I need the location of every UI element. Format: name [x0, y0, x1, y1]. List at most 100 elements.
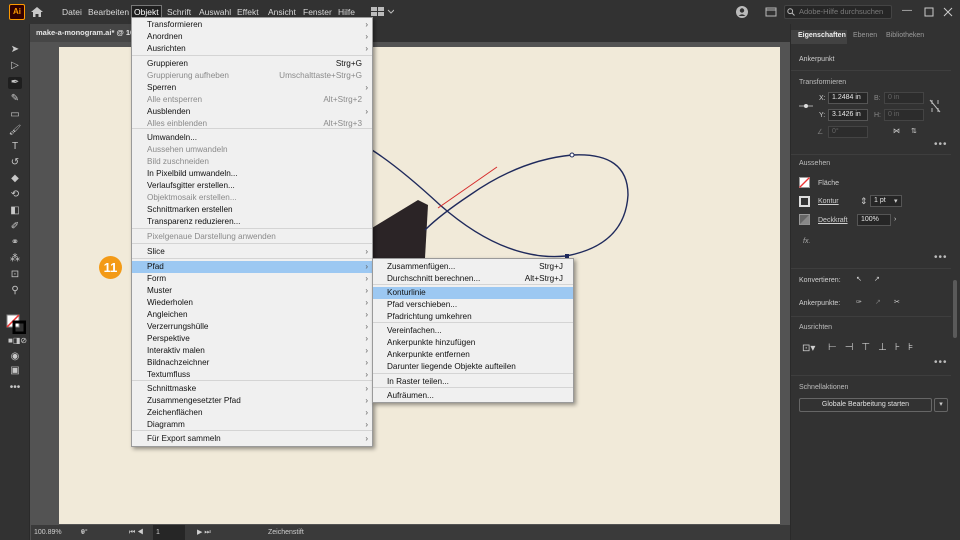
help-search-input[interactable]: Adobe-Hilfe durchsuchen	[784, 5, 892, 19]
menu-item-sperren[interactable]: Sperren ›	[132, 82, 372, 94]
artboard-tool-icon[interactable]: ⊡	[8, 269, 22, 281]
menu-item-umwandeln[interactable]: Umwandeln...	[132, 132, 372, 144]
blend-tool-icon[interactable]: ⚭	[8, 237, 22, 249]
artboard-nav-next-icon[interactable]: ▶ ⏭	[197, 525, 211, 540]
maximize-icon[interactable]	[924, 7, 934, 17]
menu-item-gruppierung-aufheben[interactable]: Gruppierung aufheben Umschalttaste+Strg+G	[132, 70, 372, 82]
menu-item-angleichen[interactable]: Angleichen ›	[132, 309, 372, 321]
stroke-label[interactable]: Kontur	[818, 198, 839, 205]
menu-item-alles-einblenden[interactable]: Alles einblenden Alt+Strg+3	[132, 118, 372, 130]
submenu-item-ankerpunkte-entfernen[interactable]: Ankerpunkte entfernen	[373, 349, 573, 361]
submenu-item-vereinfachen[interactable]: Vereinfachen...	[373, 325, 573, 337]
menu-item-bild-zuschneiden[interactable]: Bild zuschneiden	[132, 156, 372, 168]
b-input[interactable]: 0 in	[884, 92, 924, 104]
convert-corner-icon[interactable]: ↖	[856, 275, 862, 283]
gradient-tool-icon[interactable]: ◧	[8, 205, 22, 217]
submenu-item-ankerpunkte-hinzufugen[interactable]: Ankerpunkte hinzufügen	[373, 337, 573, 349]
global-edit-options-icon[interactable]: ▾	[934, 398, 948, 412]
menu-item-alle-entsperren[interactable]: Alle entsperren Alt+Strg+2	[132, 94, 372, 106]
submenu-item-in-raster-teilen[interactable]: In Raster teilen...	[373, 376, 573, 388]
more-tools-icon[interactable]: •••	[8, 382, 22, 394]
home-icon[interactable]	[30, 5, 44, 19]
curvature-tool-icon[interactable]: ✎	[8, 93, 22, 105]
submenu-item-zusammenfugen[interactable]: Zusammenfügen... Strg+J	[373, 261, 573, 273]
direct-selection-tool-icon[interactable]: ▷	[8, 60, 22, 72]
document-tab[interactable]: make-a-monogram.ai* @ 10	[30, 24, 132, 42]
paintbrush-tool-icon[interactable]: 🖌	[8, 125, 22, 137]
menu-item-pfad[interactable]: Pfad ›	[132, 261, 372, 273]
eraser-tool-icon[interactable]: ◆	[8, 173, 22, 185]
transform-more-icon[interactable]: •••	[934, 139, 948, 150]
free-transform-tool-icon[interactable]: ⟲	[8, 189, 22, 201]
menu-item-zeichenflachen[interactable]: Zeichenflächen ›	[132, 407, 372, 419]
menu-item-diagramm[interactable]: Diagramm ›	[132, 419, 372, 431]
stroke-stepper-icon[interactable]: ⇕	[860, 196, 868, 207]
type-tool-icon[interactable]: T	[8, 141, 22, 153]
pen-tool-icon[interactable]: ✒	[8, 77, 22, 89]
y-input[interactable]: 3.1426 in	[828, 109, 868, 121]
close-icon[interactable]	[943, 7, 953, 17]
fill-swatch-icon[interactable]	[799, 177, 810, 188]
menu-item-gruppieren[interactable]: Gruppieren Strg+G	[132, 58, 372, 70]
align-buttons-icon[interactable]: ⊢⊣⊤⊥⊦⊧	[828, 342, 921, 353]
artboard-nav-prev-icon[interactable]: ⏮ ◀	[129, 525, 144, 540]
arrange-documents-icon[interactable]	[765, 6, 777, 18]
convert-smooth-icon[interactable]: ↗	[874, 275, 880, 283]
submenu-item-durchschnitt-berechnen[interactable]: Durchschnitt berechnen... Alt+Strg+J	[373, 273, 573, 285]
color-mode-icon[interactable]: ■◨⊘	[8, 335, 27, 347]
connect-anchors-icon[interactable]: ↗	[875, 298, 881, 306]
flip-horizontal-icon[interactable]: ⋈	[893, 127, 900, 135]
menu-item-textumfluss[interactable]: Textumfluss ›	[132, 369, 372, 381]
fx-icon[interactable]: fx.	[803, 238, 810, 245]
menu-item-in-pixelbild-umwandeln[interactable]: In Pixelbild umwandeln...	[132, 168, 372, 180]
user-account-icon[interactable]	[735, 5, 749, 19]
menu-item-transformieren[interactable]: Transformieren ›	[132, 19, 372, 31]
workspace-switcher-icon[interactable]	[370, 6, 394, 18]
chevron-down-icon[interactable]: ▾	[894, 197, 898, 205]
cut-path-icon[interactable]: ✂	[894, 298, 900, 306]
menu-item-fur-export-sammeln[interactable]: Für Export sammeln ›	[132, 433, 372, 445]
drawing-mode-icon[interactable]: ◉	[8, 351, 22, 363]
tab-eigenschaften[interactable]: Eigenschaften	[798, 32, 846, 39]
menu-item-bildnachzeichner[interactable]: Bildnachzeichner ›	[132, 357, 372, 369]
chevron-right-icon[interactable]: ›	[894, 216, 896, 223]
menu-item-slice[interactable]: Slice ›	[132, 246, 372, 258]
tab-bibliotheken[interactable]: Bibliotheken	[886, 32, 924, 39]
constrain-proportions-icon[interactable]	[929, 99, 941, 113]
zoom-tool-icon[interactable]: ⚲	[8, 285, 22, 297]
eyedropper-tool-icon[interactable]: ✐	[8, 221, 22, 233]
opacity-label[interactable]: Deckkraft	[818, 217, 848, 224]
flip-vertical-icon[interactable]: ⇅	[911, 127, 917, 135]
global-edit-button[interactable]: Globale Bearbeitung starten	[799, 398, 932, 412]
symbol-sprayer-tool-icon[interactable]: ⁂	[8, 253, 22, 265]
menu-item-schnittmaske[interactable]: Schnittmaske ›	[132, 383, 372, 395]
menu-item-transparenz-reduzieren[interactable]: Transparenz reduzieren...	[132, 216, 372, 228]
submenu-item-darunter-liegende-objekte-aufteilen[interactable]: Darunter liegende Objekte aufteilen	[373, 361, 573, 373]
minimize-icon[interactable]: —	[902, 5, 912, 16]
appearance-more-icon[interactable]: •••	[934, 252, 948, 263]
menu-item-pixelgenaue-darstellung-anwenden[interactable]: Pixelgenaue Darstellung anwenden	[132, 231, 372, 243]
rectangle-tool-icon[interactable]: ▭	[8, 109, 22, 121]
rotation-value[interactable]: 0°	[81, 525, 88, 540]
menu-item-aussehen-umwandeln[interactable]: Aussehen umwandeln	[132, 144, 372, 156]
menu-item-ausrichten[interactable]: Ausrichten ›	[132, 43, 372, 55]
stroke-swatch-icon[interactable]	[799, 196, 810, 207]
menu-item-perspektive[interactable]: Perspektive ›	[132, 333, 372, 345]
menu-item-verlaufsgitter-erstellen[interactable]: Verlaufsgitter erstellen...	[132, 180, 372, 192]
menu-bearbeiten[interactable]: Bearbeiten	[86, 6, 131, 18]
menu-item-verzerrungshulle[interactable]: Verzerrungshülle ›	[132, 321, 372, 333]
menu-datei[interactable]: Datei	[60, 6, 84, 18]
fill-stroke-swatch-icon[interactable]	[6, 314, 26, 334]
h-input[interactable]: 0 in	[884, 109, 924, 121]
menu-item-ausblenden[interactable]: Ausblenden ›	[132, 106, 372, 118]
menu-item-zusammengesetzter-pfad[interactable]: Zusammengesetzter Pfad ›	[132, 395, 372, 407]
submenu-item-pfadrichtung-umkehren[interactable]: Pfadrichtung umkehren	[373, 311, 573, 323]
submenu-item-aufraumen[interactable]: Aufräumen...	[373, 390, 573, 402]
selection-tool-icon[interactable]: ➤	[8, 44, 22, 56]
submenu-item-pfad-verschieben[interactable]: Pfad verschieben...	[373, 299, 573, 311]
menu-item-interaktiv-malen[interactable]: Interaktiv malen ›	[132, 345, 372, 357]
menu-item-anordnen[interactable]: Anordnen ›	[132, 31, 372, 43]
menu-item-muster[interactable]: Muster ›	[132, 285, 372, 297]
menu-item-form[interactable]: Form ›	[132, 273, 372, 285]
angle-input[interactable]: 0°	[828, 126, 868, 138]
